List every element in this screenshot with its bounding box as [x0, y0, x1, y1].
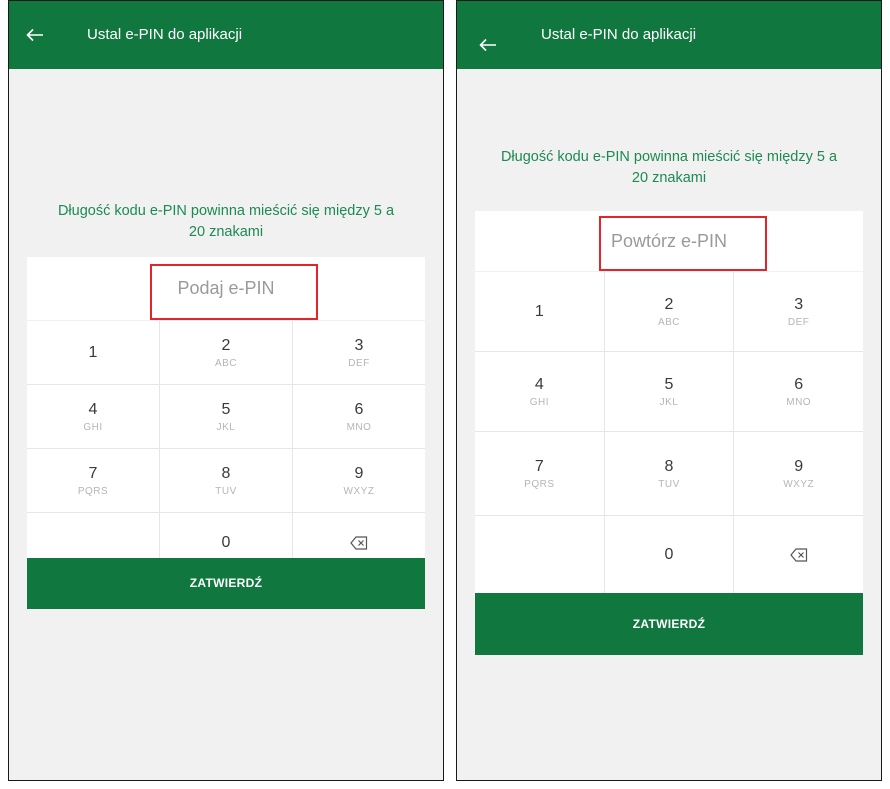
key-8[interactable]: 8 TUV [160, 449, 292, 512]
app-bar: Ustal e-PIN do aplikacji [457, 1, 881, 69]
key-9[interactable]: 9 WXYZ [734, 432, 863, 515]
key-7[interactable]: 7 PQRS [475, 432, 604, 515]
numeric-keypad: 1 2 ABC 3 DEF 4 GHI 5 JKL 6 MNO 7 PQRS 8 TUV 9W… [27, 321, 425, 572]
key-1[interactable]: 1 [27, 321, 159, 384]
arrow-left-icon[interactable] [479, 38, 497, 52]
pin-input[interactable]: Podaj e-PIN [27, 257, 425, 320]
arrow-left-icon[interactable] [26, 28, 44, 42]
key-9[interactable]: 9 WXYZ [293, 449, 425, 512]
confirm-button[interactable]: ZATWIERDŹ [475, 593, 863, 655]
page-title: Ustal e-PIN do aplikacji [541, 26, 697, 43]
key-4[interactable]: 4 GHI [475, 352, 604, 431]
confirm-button[interactable]: ZATWIERDŹ [27, 558, 425, 609]
key-4[interactable]: 4 GHI [27, 385, 159, 448]
pin-placeholder: Podaj e-PIN [177, 278, 275, 298]
key-1[interactable]: 1 [475, 272, 604, 351]
key-3[interactable]: 3 DEF [734, 272, 863, 351]
pin-length-info: Długość kodu e-PIN powinna mieścić się m… [500, 149, 838, 186]
app-bar: Ustal e-PIN do aplikacji [9, 1, 443, 69]
page-title: Ustal e-PIN do aplikacji [87, 26, 243, 43]
backspace-icon [789, 548, 807, 562]
key-8[interactable]: 8 TUV [604, 432, 734, 515]
numeric-keypad: 1 2 ABC 3 DEF 4 GHI 5 JKL 6 MNO 7 PQRS 8 TUV 9W… [475, 272, 863, 594]
screen-enter-pin: Ustal e-PIN do aplikacji Długość kodu e-… [8, 0, 444, 781]
backspace-key[interactable] [734, 516, 863, 594]
key-2[interactable]: 2 ABC [604, 272, 734, 351]
key-3[interactable]: 3 DEF [293, 321, 425, 384]
repeat-pin-input[interactable]: Powtórz e-PIN [475, 211, 863, 271]
pin-placeholder: Powtórz e-PIN [610, 231, 728, 251]
key-5[interactable]: 5 JKL [604, 352, 734, 431]
screen-repeat-pin: Ustal e-PIN do aplikacji Długość kodu e-… [456, 0, 882, 781]
key-7[interactable]: 7 PQRS [27, 449, 159, 512]
key-empty [475, 516, 604, 594]
backspace-icon [350, 535, 368, 550]
key-6[interactable]: 6 MNO [293, 385, 425, 448]
pin-length-info: Długość kodu e-PIN powinna mieścić się m… [57, 203, 395, 240]
key-2[interactable]: 2 ABC [160, 321, 292, 384]
key-6[interactable]: 6 MNO [734, 352, 863, 431]
key-5[interactable]: 5 JKL [160, 385, 292, 448]
key-0[interactable]: 0 [604, 516, 734, 594]
